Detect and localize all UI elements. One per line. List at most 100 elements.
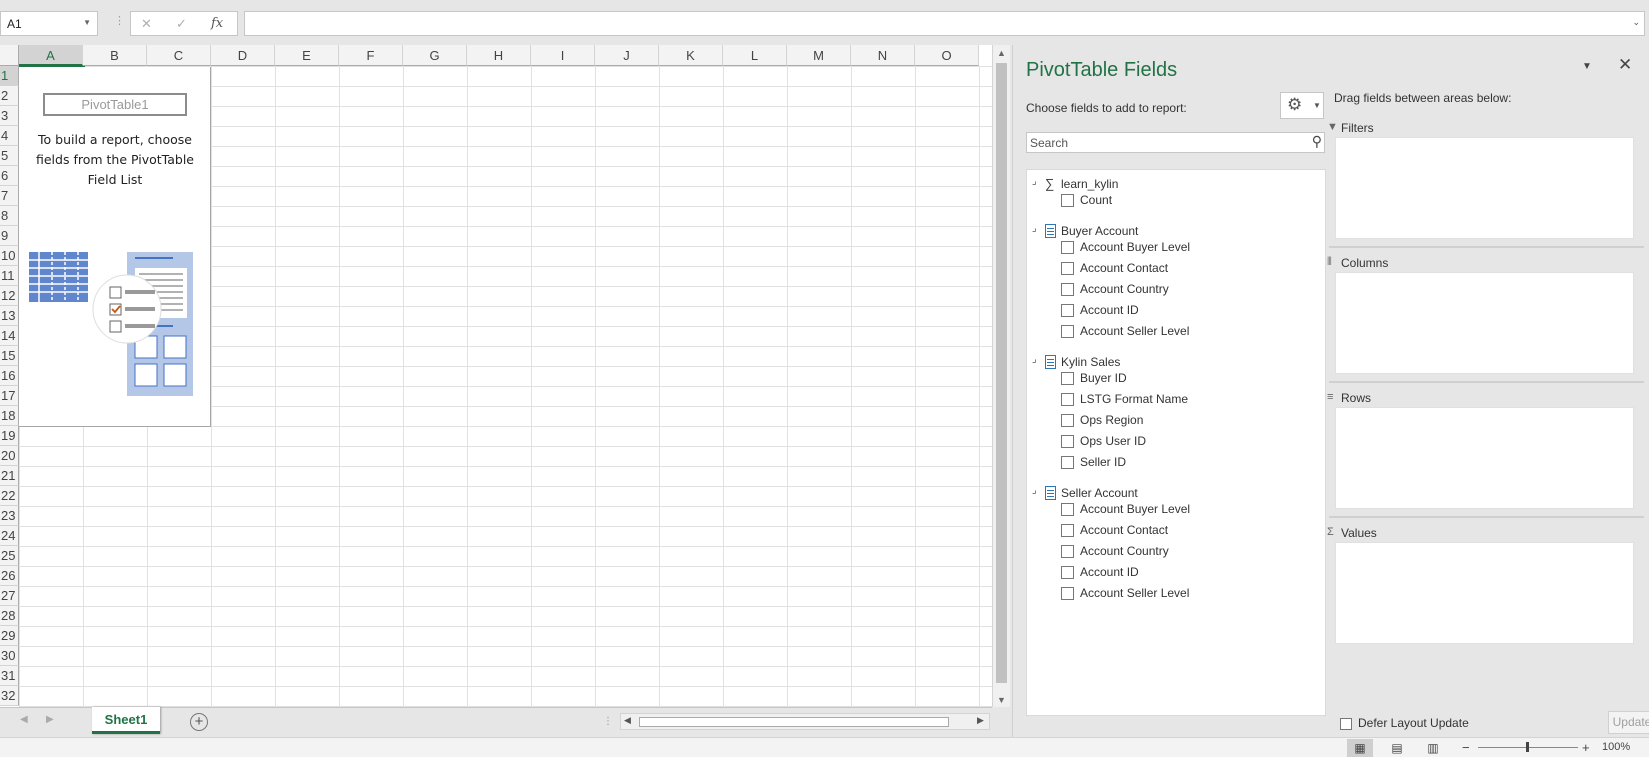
add-sheet-icon[interactable]: + [190,713,208,731]
column-header[interactable]: I [531,45,595,66]
row-header[interactable]: 16 [0,366,19,386]
field-checkbox[interactable] [1061,503,1074,516]
row-header[interactable]: 1 [0,66,19,86]
column-header[interactable]: A [19,45,83,66]
scroll-thumb[interactable] [639,717,949,727]
scroll-thumb[interactable] [996,63,1007,683]
row-header[interactable]: 11 [0,266,19,286]
field-checkbox[interactable] [1061,262,1074,275]
insert-function-icon[interactable]: fx [211,16,223,31]
area-drop-zone[interactable] [1335,407,1634,509]
row-header[interactable]: 18 [0,406,19,426]
collapse-icon[interactable]: ⌟ [1032,485,1037,496]
search-icon[interactable]: ⚲ [1312,133,1322,150]
row-header[interactable]: 23 [0,506,19,526]
expand-formula-icon[interactable]: ⌄ [1632,17,1640,28]
row-header[interactable]: 15 [0,346,19,366]
column-header[interactable]: M [787,45,851,66]
collapse-icon[interactable]: ⌟ [1032,176,1037,187]
row-header[interactable]: 12 [0,286,19,306]
vertical-scrollbar[interactable]: ▲ ▼ [992,45,1010,707]
row-header[interactable]: 13 [0,306,19,326]
field-checkbox[interactable] [1061,241,1074,254]
row-header[interactable]: 3 [0,106,19,126]
column-header[interactable]: E [275,45,339,66]
select-all-corner[interactable] [0,45,19,66]
update-button[interactable]: Update [1608,711,1649,734]
field-checkbox[interactable] [1061,304,1074,317]
formula-input[interactable]: ⌄ [244,11,1645,36]
zoom-slider-thumb[interactable] [1526,742,1529,752]
enter-icon[interactable]: ✓ [176,16,187,32]
page-break-view-icon[interactable]: ▥ [1420,739,1446,757]
field-search-input[interactable]: Search ⚲ [1026,132,1325,153]
row-header[interactable]: 30 [0,646,19,666]
next-sheet-icon[interactable]: ▶ [46,714,54,725]
row-header[interactable]: 7 [0,186,19,206]
field-checkbox[interactable] [1061,587,1074,600]
page-layout-view-icon[interactable]: ▤ [1384,739,1410,757]
column-header[interactable]: F [339,45,403,66]
row-header[interactable]: 22 [0,486,19,506]
row-header[interactable]: 10 [0,246,19,266]
column-header[interactable]: O [915,45,979,66]
row-header[interactable]: 9 [0,226,19,246]
row-header[interactable]: 6 [0,166,19,186]
prev-sheet-icon[interactable]: ◀ [20,714,28,725]
field-checkbox[interactable] [1061,194,1074,207]
zoom-out-icon[interactable]: − [1462,740,1470,755]
field-checkbox[interactable] [1061,566,1074,579]
row-header[interactable]: 32 [0,686,19,706]
column-header[interactable]: K [659,45,723,66]
area-drop-zone[interactable] [1335,542,1634,644]
zoom-in-icon[interactable]: + [1582,740,1590,755]
area-separator[interactable] [1329,246,1644,248]
field-checkbox[interactable] [1061,372,1074,385]
row-header[interactable]: 8 [0,206,19,226]
scroll-right-icon[interactable]: ▶ [977,715,984,726]
column-header[interactable]: G [403,45,467,66]
area-separator[interactable] [1329,381,1644,383]
scroll-up-icon[interactable]: ▲ [997,48,1006,58]
row-header[interactable]: 27 [0,586,19,606]
defer-update-checkbox[interactable] [1340,718,1352,730]
column-header[interactable]: L [723,45,787,66]
row-header[interactable]: 24 [0,526,19,546]
column-header[interactable]: D [211,45,275,66]
row-header[interactable]: 25 [0,546,19,566]
area-drop-zone[interactable] [1335,272,1634,374]
row-header[interactable]: 17 [0,386,19,406]
column-header[interactable]: J [595,45,659,66]
scroll-down-icon[interactable]: ▼ [997,695,1006,705]
normal-view-icon[interactable]: ▦ [1347,739,1373,757]
row-header[interactable]: 26 [0,566,19,586]
close-icon[interactable]: ✕ [1618,55,1632,75]
collapse-icon[interactable]: ⌟ [1032,223,1037,234]
horizontal-scrollbar[interactable]: ◀ ▶ [620,713,990,730]
row-header[interactable]: 21 [0,466,19,486]
area-separator[interactable] [1329,516,1644,518]
column-header[interactable]: C [147,45,211,66]
row-header[interactable]: 19 [0,426,19,446]
row-header[interactable]: 14 [0,326,19,346]
sheet-tab-sheet1[interactable]: Sheet1 [92,707,160,734]
field-checkbox[interactable] [1061,435,1074,448]
pane-options-icon[interactable]: ▼ [1582,61,1592,72]
column-header[interactable]: H [467,45,531,66]
row-header[interactable]: 5 [0,146,19,166]
row-header[interactable]: 31 [0,666,19,686]
drag-handle-icon[interactable]: ⋮ [603,716,613,727]
field-checkbox[interactable] [1061,393,1074,406]
area-drop-zone[interactable] [1335,137,1634,239]
row-header[interactable]: 2 [0,86,19,106]
field-checkbox[interactable] [1061,545,1074,558]
column-header[interactable]: B [83,45,147,66]
row-header[interactable]: 28 [0,606,19,626]
field-checkbox[interactable] [1061,325,1074,338]
field-checkbox[interactable] [1061,456,1074,469]
row-header[interactable]: 29 [0,626,19,646]
scroll-left-icon[interactable]: ◀ [624,715,631,726]
cancel-icon[interactable]: ✕ [141,16,152,32]
pivot-placeholder[interactable]: PivotTable1 To build a report, choose fi… [19,67,211,427]
zoom-level[interactable]: 100% [1602,741,1630,753]
